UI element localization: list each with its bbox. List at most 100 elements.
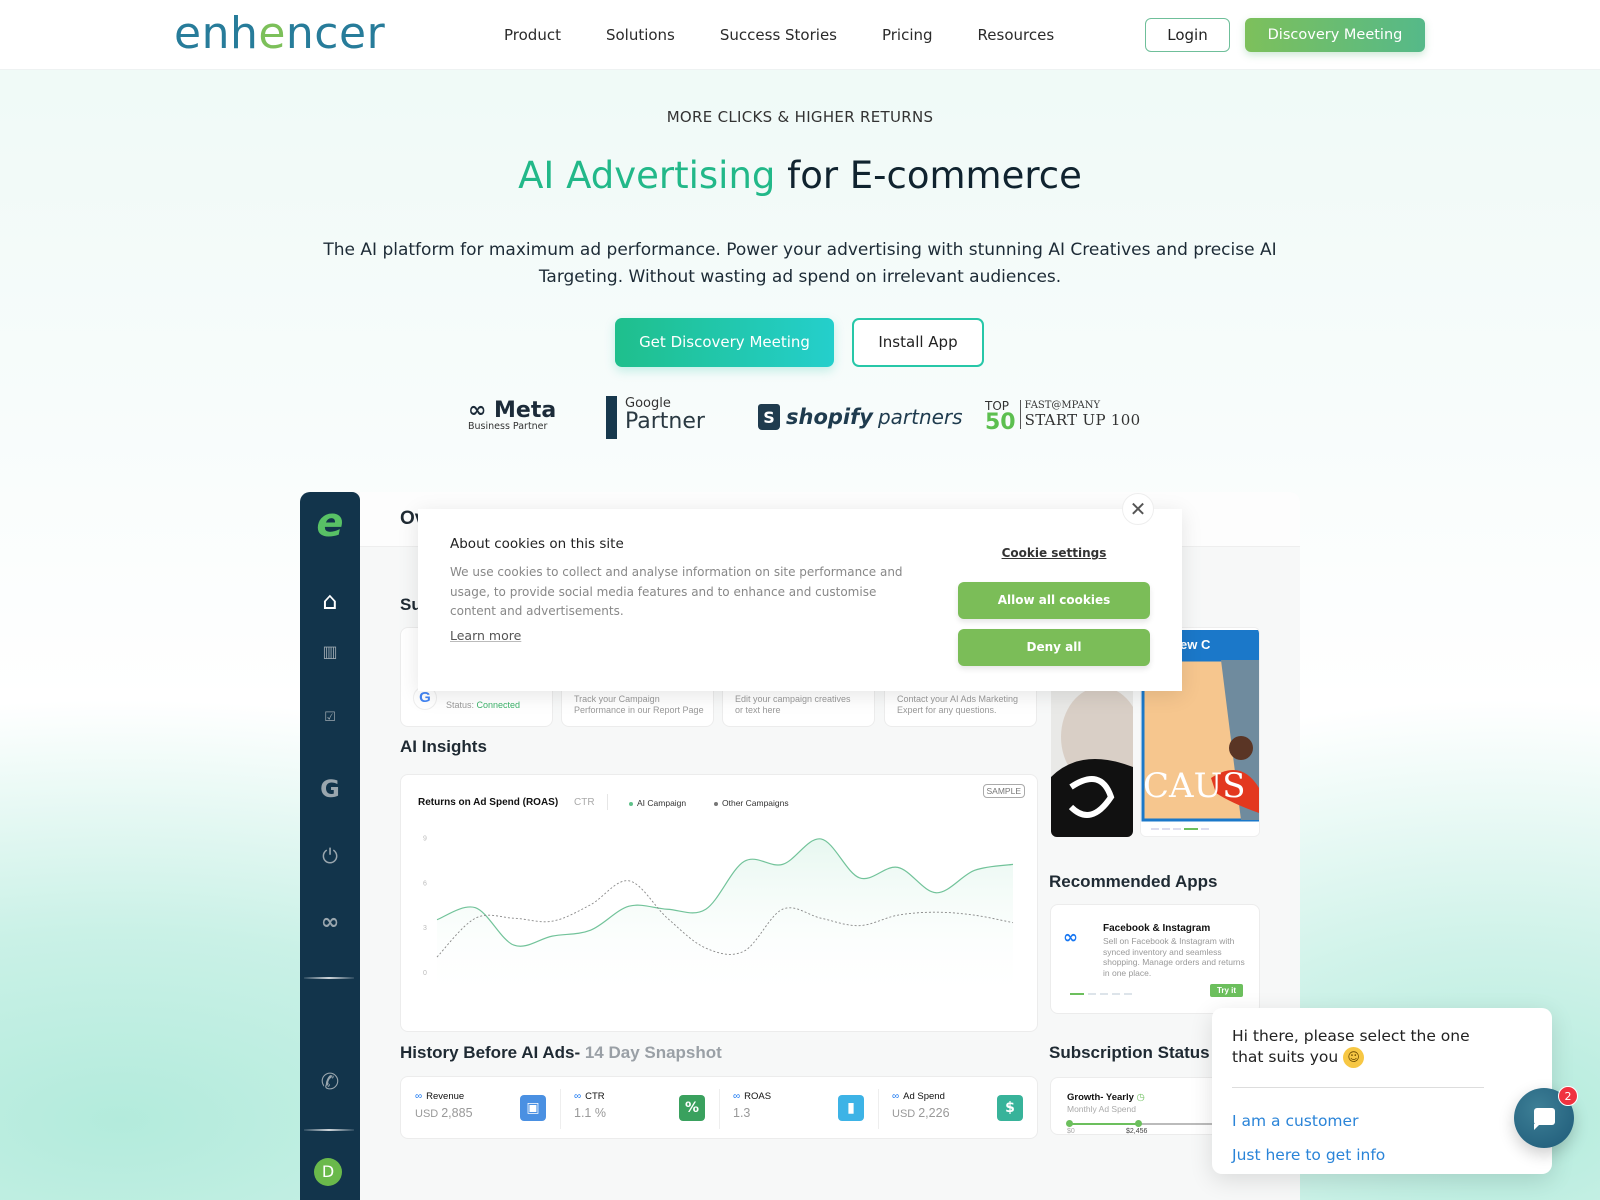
get-discovery-meeting-button[interactable]: Get Discovery Meeting [615, 318, 834, 367]
meta-infinity-icon: ∞ [468, 398, 487, 423]
google-partner-logo: Google Partner [606, 396, 705, 439]
y-tick-label: 9 [423, 835, 427, 842]
chart-title[interactable]: Returns on Ad Spend (ROAS) [418, 797, 558, 808]
google-partner-bar [606, 396, 617, 439]
google-status: Status: Connected [446, 700, 521, 710]
try-it-button[interactable]: Try it [1210, 984, 1243, 997]
wallet-icon: ▣ [520, 1095, 546, 1121]
learn-more-link[interactable]: Learn more [450, 628, 521, 643]
meta-sub: Business Partner [468, 421, 548, 432]
fastcompany-rank: 50 [985, 410, 1016, 435]
subscription-plan: Growth- Yearly ◷ [1067, 1092, 1145, 1103]
nav-resources[interactable]: Resources [978, 26, 1055, 44]
chat-message: Hi there, please select the one that sui… [1232, 1027, 1470, 1068]
meta-icon: ∞ [415, 1091, 423, 1102]
shopify-suffix: partners [877, 405, 963, 429]
allow-all-cookies-button[interactable]: Allow all cookies [958, 582, 1150, 619]
cookie-settings-link[interactable]: Cookie settings [958, 546, 1150, 560]
legend-other-campaigns: Other Campaigns [714, 798, 789, 808]
fastcompany-brand: FAST@MPANY [1024, 400, 1101, 411]
sidebar-divider [304, 977, 354, 979]
site-header: enhencer Product Solutions Success Stori… [0, 0, 1600, 70]
chat-option-get-info[interactable]: Just here to get info [1232, 1146, 1385, 1164]
chart-tab-ctr[interactable]: CTR [574, 797, 595, 808]
progress-current-dot [1135, 1120, 1142, 1127]
percent-icon: % [679, 1095, 705, 1121]
ad-spend-progress-fill [1069, 1123, 1138, 1125]
creative-carousel-dots[interactable] [1151, 828, 1209, 830]
checkbox-icon[interactable]: ☑ [300, 710, 360, 725]
meta-icon: ∞ [574, 1091, 582, 1102]
enhencer-logo[interactable]: enhencer [174, 8, 385, 59]
chat-unread-badge: 2 [1558, 1086, 1578, 1106]
summary-card-desc: Edit your campaign creatives or text her… [735, 694, 851, 715]
nav-solutions[interactable]: Solutions [606, 26, 675, 44]
cookie-body: We use cookies to collect and analyse in… [450, 565, 903, 618]
sample-badge: SAMPLE [982, 784, 1025, 798]
chat-popup: Hi there, please select the one that sui… [1212, 1008, 1552, 1174]
shopify-name: shopify [786, 405, 873, 429]
hero-title-accent: AI Advertising [518, 154, 776, 197]
dashboard-sidebar: e ⌂ ▥ ☑ G ⏻ ∞ ✆ D [300, 492, 360, 1200]
legend-dot-icon [629, 801, 633, 806]
recommended-app-card[interactable]: ∞ Facebook & Instagram Sell on Facebook … [1050, 904, 1260, 1014]
nav-product[interactable]: Product [504, 26, 561, 44]
progress-start-dot [1066, 1120, 1073, 1127]
meta-name: Meta [494, 398, 557, 423]
hero-title-rest: for E-commerce [775, 154, 1082, 197]
stat-ad-spend: ∞ Ad Spend USD 2,226 $ [878, 1077, 1037, 1140]
login-button[interactable]: Login [1145, 18, 1230, 52]
home-icon[interactable]: ⌂ [300, 587, 360, 615]
clock-icon: ◷ [1136, 1092, 1145, 1103]
hero-eyebrow: MORE CLICKS & HIGHER RETURNS [666, 108, 934, 126]
install-app-button[interactable]: Install App [852, 318, 984, 367]
cookie-title: About cookies on this site [450, 536, 624, 552]
chart-legend-separator [607, 794, 608, 810]
summary-card-desc: Track your Campaign Performance in our R… [574, 694, 704, 715]
stat-roas: ∞ ROAS 1.3 ▮ [719, 1077, 878, 1140]
progress-min-label: $0 [1067, 1128, 1075, 1135]
history-stats-card: ∞ Revenue USD 2,885 ▣ ∞ CTR 1.1 % % ∞ ROAS 1… [400, 1076, 1038, 1139]
legend-ai-campaign: AI Campaign [629, 798, 686, 808]
close-icon[interactable]: ✕ [1122, 493, 1154, 525]
meta-icon: ∞ [733, 1091, 741, 1102]
ai-insights-heading: AI Insights [400, 737, 487, 756]
chart-icon[interactable]: ▥ [300, 642, 360, 661]
y-tick-label: 6 [423, 880, 427, 887]
google-icon[interactable]: G [300, 775, 360, 803]
chat-option-customer[interactable]: I am a customer [1232, 1112, 1358, 1130]
recommended-apps-heading: Recommended Apps [1049, 872, 1218, 891]
logo-text-start: enh [174, 8, 259, 59]
nav-pricing[interactable]: Pricing [882, 26, 933, 44]
deny-all-button[interactable]: Deny all [958, 629, 1150, 666]
recommended-app-description: Sell on Facebook & Instagram with synced… [1103, 936, 1245, 978]
google-partner-line2: Partner [625, 409, 705, 434]
main-nav: Product Solutions Success Stories Pricin… [504, 26, 1054, 44]
user-avatar[interactable]: D [314, 1158, 342, 1186]
roas-chart-card: 0 3 6 9 Returns on Ad Spend (ROAS) CTR AI C… [400, 774, 1038, 1032]
discovery-meeting-button[interactable]: Discovery Meeting [1245, 18, 1425, 52]
progress-current-label: $2,456 [1126, 1128, 1148, 1135]
roas-chart: 0 3 6 9 [423, 835, 1014, 1002]
logo-text-end: ncer [285, 8, 386, 59]
nav-success-stories[interactable]: Success Stories [720, 26, 837, 44]
infinity-icon[interactable]: ∞ [300, 910, 360, 935]
shopify-bag-icon: S [758, 404, 780, 430]
chat-bubble-icon [1534, 1108, 1555, 1130]
hero-title: AI Advertising for E-commerce [0, 154, 1600, 197]
meta-business-partner-logo: ∞ Meta Business Partner [468, 398, 556, 432]
stat-ctr: ∞ CTR 1.1 % % [560, 1077, 719, 1140]
series-area-ai-campaign [437, 838, 1013, 1002]
subscription-label: Monthly Ad Spend [1067, 1104, 1136, 1114]
phone-icon[interactable]: ✆ [300, 1070, 360, 1095]
subscription-heading: Subscription Status [1049, 1043, 1210, 1062]
bar-chart-icon: ▮ [838, 1095, 864, 1121]
smiley-icon: ☺ [1343, 1047, 1365, 1068]
hero-subtitle: The AI platform for maximum ad performan… [323, 240, 1277, 287]
meta-logo-icon: ∞ [1063, 927, 1078, 948]
recommended-carousel-dots[interactable] [1070, 993, 1132, 995]
chat-divider [1232, 1087, 1484, 1088]
logo-text-accent: e [258, 8, 286, 59]
plug-icon[interactable]: ⏻ [300, 844, 360, 868]
y-tick-label: 3 [423, 925, 427, 932]
